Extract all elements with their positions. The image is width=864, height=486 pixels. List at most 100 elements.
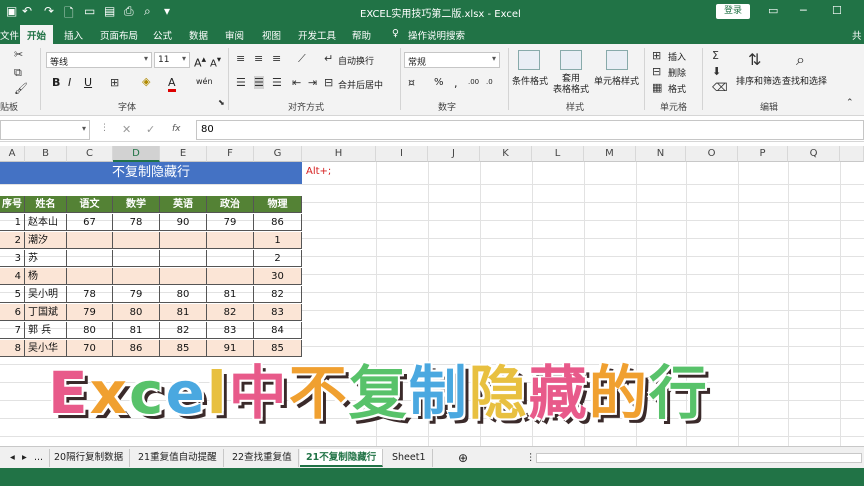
merge-center-icon[interactable]: ⊟ <box>324 76 333 89</box>
align-right-icon[interactable]: ☰ <box>272 76 282 89</box>
fill-color-icon[interactable]: ◈ <box>142 75 150 88</box>
cell-styles-button[interactable]: 单元格样式 <box>594 74 639 87</box>
tell-me-search[interactable]: 操作说明搜索 <box>408 28 465 42</box>
table-cell[interactable]: 79 <box>207 214 254 231</box>
table-cell[interactable]: 82 <box>207 304 254 321</box>
tab-view[interactable]: 视图 <box>262 28 281 42</box>
shortcut-note[interactable]: Alt+; <box>306 166 331 177</box>
decrease-decimal-icon[interactable]: .0 <box>486 78 493 86</box>
align-middle-icon[interactable]: ≡ <box>254 52 263 65</box>
redo-icon[interactable]: ↷ <box>44 4 54 18</box>
column-header[interactable]: G <box>254 146 302 162</box>
sheet-tab-active[interactable]: 21不复制隐藏行 <box>300 449 384 467</box>
cut-icon[interactable]: ✂ <box>14 48 23 61</box>
bold-button[interactable]: B <box>52 76 60 89</box>
table-cell[interactable] <box>207 250 254 267</box>
table-cell[interactable]: 潮汐 <box>25 232 67 249</box>
row-number-cell[interactable]: 5 <box>0 286 25 303</box>
undo-icon[interactable]: ↶ <box>22 4 32 18</box>
italic-button[interactable]: I <box>68 76 71 89</box>
table-cell[interactable]: 丁国斌 <box>25 304 67 321</box>
sheet-tab[interactable]: 20隔行复制数据 <box>48 449 131 467</box>
column-header[interactable]: J <box>428 146 480 162</box>
table-cell[interactable] <box>67 250 113 267</box>
row-number-cell[interactable]: 7 <box>0 322 25 339</box>
fill-icon[interactable]: ⬇ <box>712 65 721 78</box>
column-header[interactable]: F <box>207 146 254 162</box>
tab-review[interactable]: 审阅 <box>225 28 244 42</box>
tab-help[interactable]: 帮助 <box>352 28 371 42</box>
sheet-tab[interactable]: ... <box>28 449 51 467</box>
collapse-ribbon-icon[interactable]: ⌃ <box>846 98 854 108</box>
find-select-button[interactable]: 查找和选择 <box>782 74 827 87</box>
column-header[interactable]: D <box>113 146 160 162</box>
table-cell[interactable]: 67 <box>67 214 113 231</box>
row-number-cell[interactable]: 3 <box>0 250 25 267</box>
tab-page-layout[interactable]: 页面布局 <box>100 28 138 42</box>
row-number-cell[interactable]: 4 <box>0 268 25 285</box>
currency-icon[interactable]: ¤ <box>408 76 415 89</box>
table-cell[interactable]: 80 <box>160 286 207 303</box>
sheet-tab[interactable]: 22查找重复值 <box>226 449 299 467</box>
align-left-icon[interactable]: ☰ <box>236 76 246 89</box>
enter-icon[interactable]: ✓ <box>146 123 155 136</box>
format-cells-button[interactable]: 格式 <box>668 82 686 95</box>
comma-button[interactable]: , <box>454 77 458 90</box>
column-header[interactable]: N <box>636 146 686 162</box>
table-cell[interactable] <box>160 232 207 249</box>
tab-developer[interactable]: 开发工具 <box>298 28 336 42</box>
column-header[interactable]: L <box>532 146 584 162</box>
table-header-cell[interactable]: 姓名 <box>25 196 67 213</box>
sheet-tab[interactable]: Sheet1 <box>386 449 433 467</box>
save-icon[interactable]: ▤ <box>104 4 115 18</box>
share-button[interactable]: 共 <box>852 28 862 42</box>
table-cell[interactable]: 郭 兵 <box>25 322 67 339</box>
formula-input[interactable]: 80 <box>196 120 864 140</box>
table-header-cell[interactable]: 物理 <box>254 196 302 213</box>
column-header[interactable]: P <box>738 146 788 162</box>
cancel-icon[interactable]: ✕ <box>122 123 131 136</box>
percent-button[interactable]: % <box>434 77 444 88</box>
table-cell[interactable]: 80 <box>67 322 113 339</box>
increase-decimal-icon[interactable]: .00 <box>468 78 479 86</box>
table-cell[interactable] <box>113 250 160 267</box>
column-header[interactable] <box>840 146 864 162</box>
tab-data[interactable]: 数据 <box>189 28 208 42</box>
new-file-icon[interactable]: 🗋 <box>64 4 74 25</box>
table-cell[interactable]: 1 <box>254 232 302 249</box>
table-cell[interactable]: 82 <box>160 322 207 339</box>
table-cell[interactable] <box>207 232 254 249</box>
tab-formulas[interactable]: 公式 <box>153 28 172 42</box>
table-cell[interactable]: 杨 <box>25 268 67 285</box>
row-number-cell[interactable]: 8 <box>0 340 25 357</box>
table-cell[interactable]: 赵本山 <box>25 214 67 231</box>
align-top-icon[interactable]: ≡ <box>236 52 245 65</box>
tab-insert[interactable]: 插入 <box>64 28 83 42</box>
table-cell[interactable]: 79 <box>67 304 113 321</box>
table-cell[interactable]: 83 <box>207 322 254 339</box>
column-header[interactable]: O <box>686 146 738 162</box>
column-header[interactable]: M <box>584 146 636 162</box>
table-cell[interactable]: 90 <box>160 214 207 231</box>
column-header[interactable]: E <box>160 146 207 162</box>
font-name-dropdown[interactable]: 等线 ▾ <box>46 52 152 68</box>
column-header[interactable]: Q <box>788 146 840 162</box>
tab-home[interactable]: 开始 <box>20 25 54 44</box>
sheet-banner[interactable]: 不复制隐藏行 <box>0 162 302 184</box>
conditional-format-button[interactable]: 条件格式 <box>512 74 548 87</box>
align-bottom-icon[interactable]: ≡ <box>272 52 281 65</box>
maximize-icon[interactable]: ☐ <box>832 4 842 17</box>
table-cell[interactable] <box>67 268 113 285</box>
table-cell[interactable] <box>113 232 160 249</box>
merge-center-button[interactable]: 合并后居中 <box>338 78 383 91</box>
add-sheet-icon[interactable]: ⊕ <box>452 449 474 467</box>
insert-function-button[interactable]: fx <box>172 124 181 134</box>
worksheet-grid[interactable]: A B C D E F G H I J K L M N O P Q 不复制隐藏行… <box>0 146 864 446</box>
horizontal-scrollbar[interactable] <box>536 453 862 463</box>
delete-cells-button[interactable]: 删除 <box>668 66 686 79</box>
decrease-indent-icon[interactable]: ⇤ <box>292 76 301 89</box>
autosave-icon[interactable]: ▣ <box>6 4 17 18</box>
clear-icon[interactable]: ⌫ <box>712 81 728 94</box>
login-button[interactable]: 登录 <box>716 4 750 19</box>
table-header-cell[interactable]: 政治 <box>207 196 254 213</box>
